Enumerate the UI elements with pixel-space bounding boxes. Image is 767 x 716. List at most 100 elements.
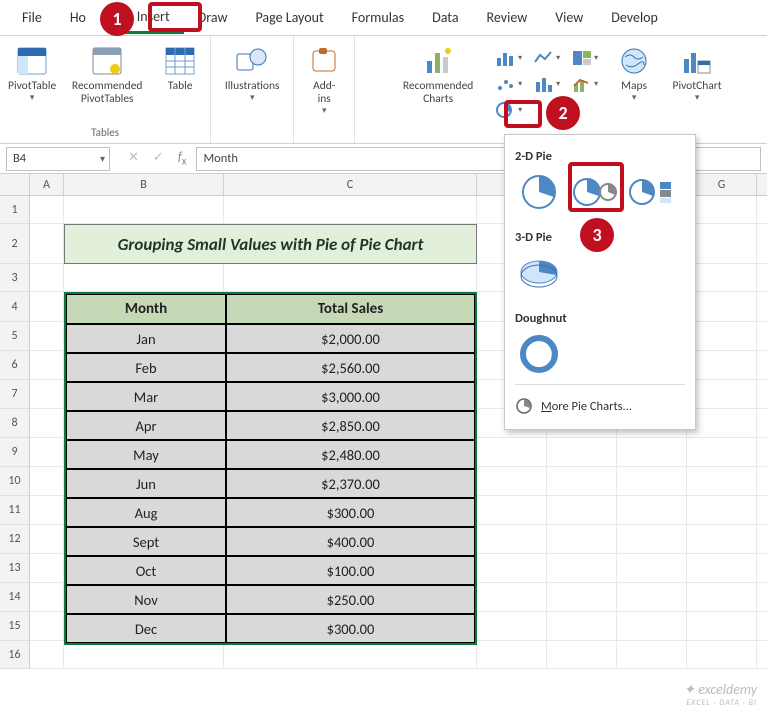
more-pie-charts-link[interactable]: More Pie Charts... — [515, 393, 685, 419]
cell-sales[interactable]: $2,480.00 — [226, 440, 475, 469]
cell-month[interactable]: Feb — [66, 353, 226, 382]
tab-review[interactable]: Review — [473, 3, 542, 32]
column-chart-button[interactable]: ▾ — [492, 47, 526, 69]
chevron-down-icon: ▾ — [250, 93, 255, 103]
cell-sales[interactable]: $250.00 — [226, 585, 475, 614]
table-row[interactable]: Jun$2,370.00 — [66, 469, 475, 498]
cell-sales[interactable]: $2,850.00 — [226, 411, 475, 440]
fx-icon[interactable]: fx — [178, 150, 187, 168]
tab-insert[interactable]: Insert — [123, 2, 184, 34]
col-header-g[interactable]: G — [687, 174, 757, 195]
cell-month[interactable]: Mar — [66, 382, 226, 411]
cell-sales[interactable]: $300.00 — [226, 498, 475, 527]
cell-month[interactable]: Nov — [66, 585, 226, 614]
row-header[interactable]: 11 — [0, 496, 30, 525]
maps-button[interactable]: Maps ▾ — [610, 40, 658, 108]
row-header[interactable]: 2 — [0, 224, 30, 264]
row-header[interactable]: 15 — [0, 612, 30, 641]
table-row[interactable]: Mar$3,000.00 — [66, 382, 475, 411]
table-row[interactable]: Oct$100.00 — [66, 556, 475, 585]
table-header-month[interactable]: Month — [66, 294, 226, 324]
tab-formulas[interactable]: Formulas — [338, 3, 418, 32]
tab-home[interactable]: Ho e — [56, 3, 123, 32]
table-row[interactable]: Feb$2,560.00 — [66, 353, 475, 382]
pie-of-pie-option[interactable] — [571, 170, 619, 214]
row-headers: 1 2 3 4 5 6 7 8 9 10 11 12 13 14 15 16 — [0, 196, 30, 669]
cell-sales[interactable]: $2,000.00 — [226, 324, 475, 353]
cell-month[interactable]: Sept — [66, 527, 226, 556]
pivottable-button[interactable]: PivotTable ▾ — [6, 40, 58, 108]
tab-page-layout[interactable]: Page Layout — [241, 3, 337, 32]
bar-of-pie-option[interactable] — [627, 170, 675, 214]
pivotchart-button[interactable]: PivotChart ▾ — [664, 40, 730, 108]
cell-sales[interactable]: $3,000.00 — [226, 382, 475, 411]
line-chart-button[interactable]: ▾ — [530, 47, 564, 69]
treemap-chart-button[interactable]: ▾ — [568, 47, 602, 69]
data-table[interactable]: Month Total Sales Jan$2,000.00Feb$2,560.… — [64, 292, 477, 645]
row-header[interactable]: 13 — [0, 554, 30, 583]
tab-file[interactable]: File — [8, 3, 56, 32]
tab-draw[interactable]: Draw — [184, 3, 242, 32]
pie-chart-button[interactable]: ▾ — [492, 99, 526, 121]
table-row[interactable]: Sept$400.00 — [66, 527, 475, 556]
enter-formula-icon[interactable]: ✓ — [153, 150, 164, 168]
col-header-b[interactable]: B — [64, 174, 224, 195]
cancel-formula-icon[interactable]: ✕ — [128, 150, 139, 168]
cell-month[interactable]: Jan — [66, 324, 226, 353]
addins-icon — [307, 44, 341, 78]
select-all-corner[interactable] — [0, 174, 30, 196]
row-header[interactable]: 12 — [0, 525, 30, 554]
cell-month[interactable]: Dec — [66, 614, 226, 643]
row-header[interactable]: 9 — [0, 438, 30, 467]
cell-month[interactable]: Apr — [66, 411, 226, 440]
table-row[interactable]: Dec$300.00 — [66, 614, 475, 643]
combo-chart-button[interactable]: ▾ — [568, 73, 602, 95]
tab-view[interactable]: View — [541, 3, 597, 32]
tab-developer[interactable]: Develop — [597, 3, 672, 32]
table-button[interactable]: Table — [156, 40, 204, 97]
row-header[interactable]: 1 — [0, 196, 30, 224]
row-header[interactable]: 7 — [0, 380, 30, 409]
table-row[interactable]: Nov$250.00 — [66, 585, 475, 614]
recommended-pivottables-button[interactable]: Recommended PivotTables — [64, 40, 150, 110]
table-row[interactable]: Jan$2,000.00 — [66, 324, 475, 353]
row-header[interactable]: 3 — [0, 264, 30, 292]
histogram-chart-button[interactable]: ▾ — [530, 73, 564, 95]
table-header-sales[interactable]: Total Sales — [226, 294, 475, 324]
cell-sales[interactable]: $2,370.00 — [226, 469, 475, 498]
popup-section-2d-pie: 2-D Pie — [515, 149, 685, 164]
table-row[interactable]: May$2,480.00 — [66, 440, 475, 469]
ribbon-group-tables: PivotTable ▾ Recommended PivotTables Tab… — [0, 36, 211, 143]
col-header-a[interactable]: A — [30, 174, 64, 195]
row-header[interactable]: 14 — [0, 583, 30, 612]
table-row[interactable]: Aug$300.00 — [66, 498, 475, 527]
cell-month[interactable]: Oct — [66, 556, 226, 585]
cell-sales[interactable]: $400.00 — [226, 527, 475, 556]
addins-button[interactable]: Add- ins ▾ — [300, 40, 348, 121]
chevron-down-icon: ▾ — [632, 93, 637, 103]
pie-3d-option[interactable] — [515, 251, 563, 295]
row-header[interactable]: 6 — [0, 351, 30, 380]
row-header[interactable]: 5 — [0, 322, 30, 351]
row-header[interactable]: 8 — [0, 409, 30, 438]
tab-data[interactable]: Data — [418, 3, 472, 32]
col-header-c[interactable]: C — [224, 174, 477, 195]
recommended-charts-button[interactable]: Recommended Charts — [392, 40, 484, 110]
cell-month[interactable]: Aug — [66, 498, 226, 527]
cell-sales[interactable]: $300.00 — [226, 614, 475, 643]
title-cell[interactable]: Grouping Small Values with Pie of Pie Ch… — [64, 224, 477, 264]
doughnut-option[interactable] — [515, 332, 563, 376]
pie-2d-option[interactable] — [515, 170, 563, 214]
cell-month[interactable]: May — [66, 440, 226, 469]
scatter-chart-button[interactable]: ▾ — [492, 73, 526, 95]
row-header[interactable]: 10 — [0, 467, 30, 496]
cell-sales[interactable]: $2,560.00 — [226, 353, 475, 382]
cell-month[interactable]: Jun — [66, 469, 226, 498]
illustrations-button[interactable]: Illustrations ▾ — [217, 40, 287, 108]
name-box[interactable]: B4 — [6, 147, 110, 171]
row-header[interactable]: 4 — [0, 292, 30, 322]
row-header[interactable]: 16 — [0, 641, 30, 669]
cell-sales[interactable]: $100.00 — [226, 556, 475, 585]
table-row[interactable]: Apr$2,850.00 — [66, 411, 475, 440]
table-label: Table — [168, 80, 193, 93]
